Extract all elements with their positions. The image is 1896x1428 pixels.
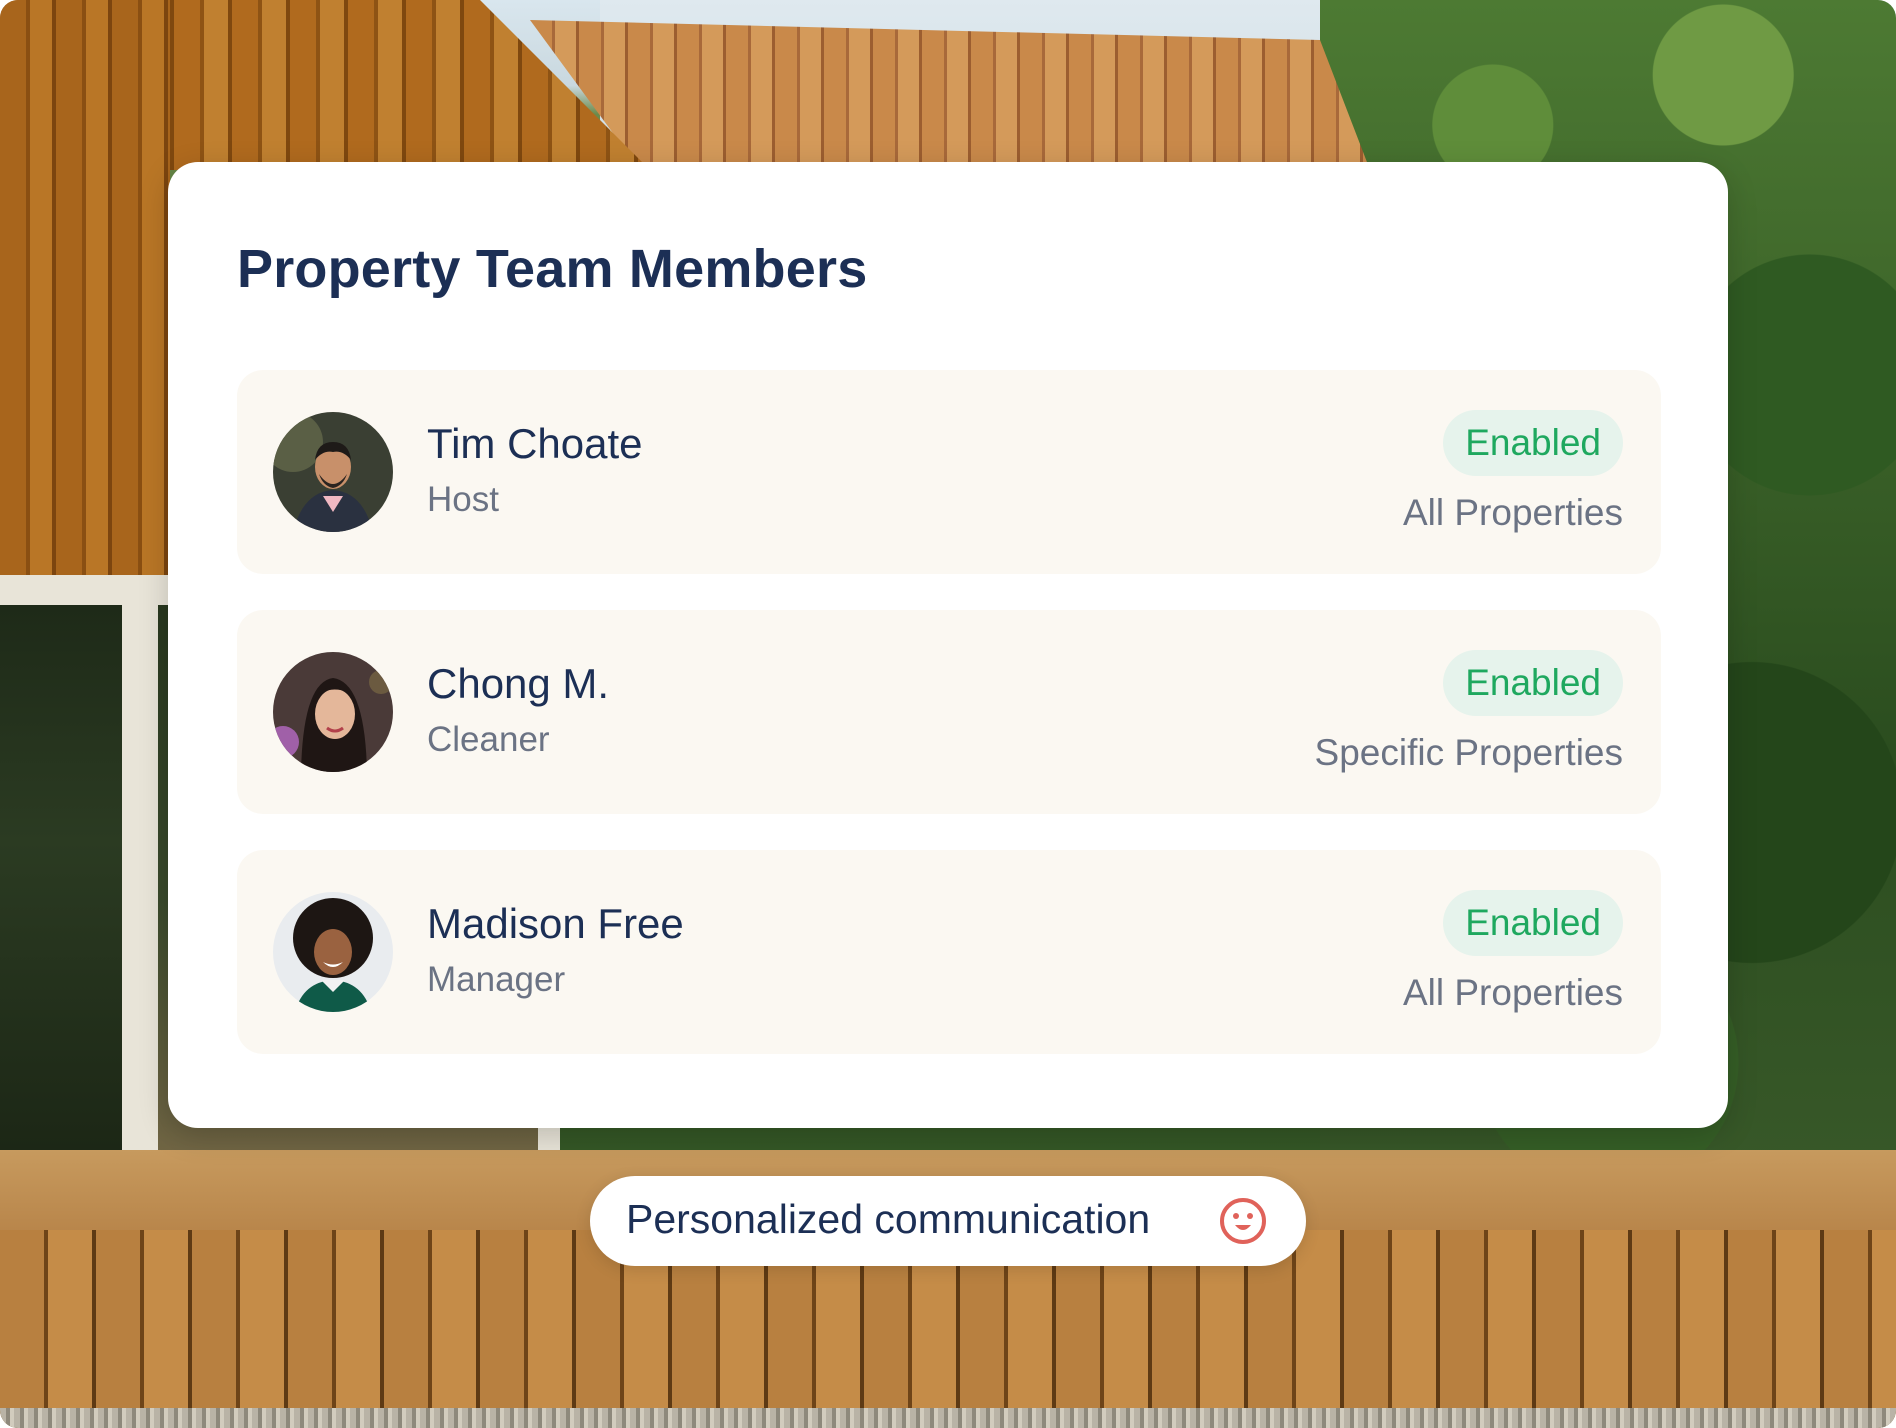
member-role: Host — [427, 480, 499, 519]
member-row[interactable]: Madison Free Manager Enabled All Propert… — [237, 850, 1661, 1054]
feature-pill: Personalized communication — [590, 1176, 1306, 1266]
roof — [530, 20, 1370, 170]
member-row[interactable]: Tim Choate Host Enabled All Properties — [237, 370, 1661, 574]
status-badge: Enabled — [1443, 410, 1623, 476]
avatar — [273, 892, 393, 1012]
member-role: Cleaner — [427, 720, 550, 759]
gravel — [0, 1408, 1896, 1428]
smile-icon — [1218, 1196, 1268, 1246]
property-scope: All Properties — [1402, 972, 1623, 1013]
avatar — [273, 652, 393, 772]
status-badge: Enabled — [1443, 890, 1623, 956]
property-scope: Specific Properties — [1314, 732, 1623, 773]
background-photo: Property Team Members Tim Choate Host En… — [0, 0, 1896, 1428]
avatar — [273, 412, 393, 532]
member-name: Tim Choate — [427, 420, 643, 467]
house-wall — [0, 0, 170, 580]
window-glass — [0, 605, 122, 1195]
member-role: Manager — [427, 960, 566, 999]
property-scope: All Properties — [1402, 492, 1623, 533]
team-members-card: Property Team Members Tim Choate Host En… — [168, 162, 1728, 1128]
page-title: Property Team Members — [237, 239, 868, 299]
member-name: Madison Free — [427, 900, 684, 947]
member-row[interactable]: Chong M. Cleaner Enabled Specific Proper… — [237, 610, 1661, 814]
member-name: Chong M. — [427, 660, 610, 707]
status-badge: Enabled — [1443, 650, 1623, 716]
feature-label: Personalized communication — [626, 1196, 1151, 1242]
